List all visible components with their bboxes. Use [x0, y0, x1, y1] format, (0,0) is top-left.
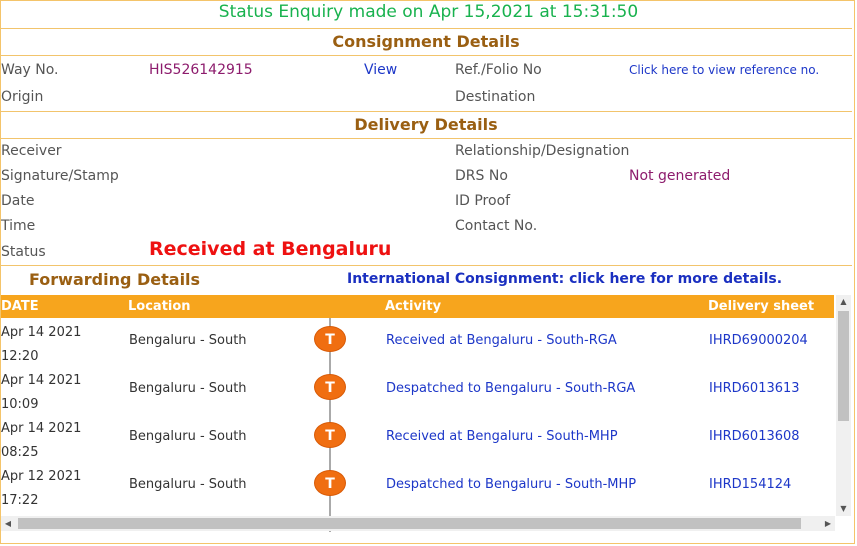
- status-enquiry-text: Status Enquiry made on Apr 15,2021 at 15…: [218, 2, 639, 22]
- origin-label: Origin: [1, 89, 44, 105]
- table-row: Apr 14 2021 12:20 Bengaluru - South T Rec…: [1, 318, 834, 366]
- drs-value: Not generated: [629, 168, 731, 184]
- table-row: Apr 14 2021 08:25 Bengaluru - South T Rec…: [1, 414, 834, 462]
- scroll-down-icon[interactable]: ▼: [836, 502, 851, 516]
- table-row: Apr 12 2021 17:22 Bengaluru - South T Des…: [1, 462, 834, 510]
- view-link[interactable]: View: [364, 62, 397, 78]
- international-consignment-link[interactable]: International Consignment: click here fo…: [347, 271, 782, 287]
- destination-label: Destination: [455, 89, 536, 105]
- transit-badge-icon: T: [314, 422, 346, 448]
- vertical-scrollbar[interactable]: ▲ ▼: [836, 295, 851, 516]
- time-label: Time: [1, 218, 36, 234]
- row-activity-link[interactable]: Received at Bengaluru - South-RGA: [386, 333, 617, 348]
- forwarding-table: DATE Location Activity Delivery sheet Ap…: [1, 295, 851, 532]
- column-activity: Activity: [385, 299, 442, 314]
- drs-label: DRS No: [455, 168, 508, 184]
- column-delivery-sheet: Delivery sheet: [708, 299, 815, 314]
- vertical-scroll-thumb[interactable]: [838, 311, 849, 421]
- scroll-up-icon[interactable]: ▲: [836, 295, 851, 309]
- delivery-details-heading: Delivery Details: [0, 111, 852, 139]
- row-delivery-sheet-link[interactable]: IHRD154124: [709, 477, 791, 492]
- signature-label: Signature/Stamp: [1, 168, 119, 184]
- row-date: Apr 14 2021 08:25: [1, 421, 82, 460]
- horizontal-scrollbar[interactable]: ◀ ▶: [1, 516, 835, 531]
- transit-badge-icon: T: [314, 374, 346, 400]
- date-label: Date: [1, 193, 35, 209]
- row-location: Bengaluru - South: [129, 429, 247, 444]
- transit-badge-icon: T: [314, 470, 346, 496]
- row-delivery-sheet-link[interactable]: IHRD6013608: [709, 429, 800, 444]
- row-delivery-sheet-link[interactable]: IHRD6013613: [709, 381, 800, 396]
- divider: [0, 265, 852, 266]
- row-date: Apr 14 2021 12:20: [1, 325, 82, 364]
- status-value: Received at Bengaluru: [149, 238, 392, 260]
- contact-label: Contact No.: [455, 218, 538, 234]
- table-row: Apr 14 2021 10:09 Bengaluru - South T Des…: [1, 366, 834, 414]
- consignment-details-heading: Consignment Details: [0, 28, 852, 56]
- ref-folio-label: Ref./Folio No: [455, 62, 542, 78]
- row-date: Apr 12 2021 17:22: [1, 469, 82, 508]
- table-header: DATE Location Activity Delivery sheet: [1, 295, 834, 318]
- row-activity-link[interactable]: Despatched to Bengaluru - South-MHP: [386, 477, 636, 492]
- id-proof-label: ID Proof: [455, 193, 511, 209]
- row-activity-link[interactable]: Received at Bengaluru - South-MHP: [386, 429, 618, 444]
- view-reference-link[interactable]: Click here to view reference no.: [629, 63, 819, 77]
- scroll-left-icon[interactable]: ◀: [1, 516, 15, 531]
- way-no-value: HIS526142915: [149, 62, 253, 78]
- relationship-label: Relationship/Designation: [455, 143, 630, 159]
- horizontal-scroll-thumb[interactable]: [18, 518, 801, 529]
- row-delivery-sheet-link[interactable]: IHRD69000204: [709, 333, 808, 348]
- row-activity-link[interactable]: Despatched to Bengaluru - South-RGA: [386, 381, 635, 396]
- row-location: Bengaluru - South: [129, 333, 247, 348]
- column-location: Location: [128, 299, 191, 314]
- scroll-right-icon[interactable]: ▶: [821, 516, 835, 531]
- transit-badge-icon: T: [314, 326, 346, 352]
- column-date: DATE: [1, 299, 39, 314]
- receiver-label: Receiver: [1, 143, 62, 159]
- way-no-label: Way No.: [1, 62, 59, 78]
- forwarding-details-heading: Forwarding Details: [29, 270, 201, 289]
- row-location: Bengaluru - South: [129, 477, 247, 492]
- status-label: Status: [1, 244, 46, 260]
- row-date: Apr 14 2021 10:09: [1, 373, 82, 412]
- row-location: Bengaluru - South: [129, 381, 247, 396]
